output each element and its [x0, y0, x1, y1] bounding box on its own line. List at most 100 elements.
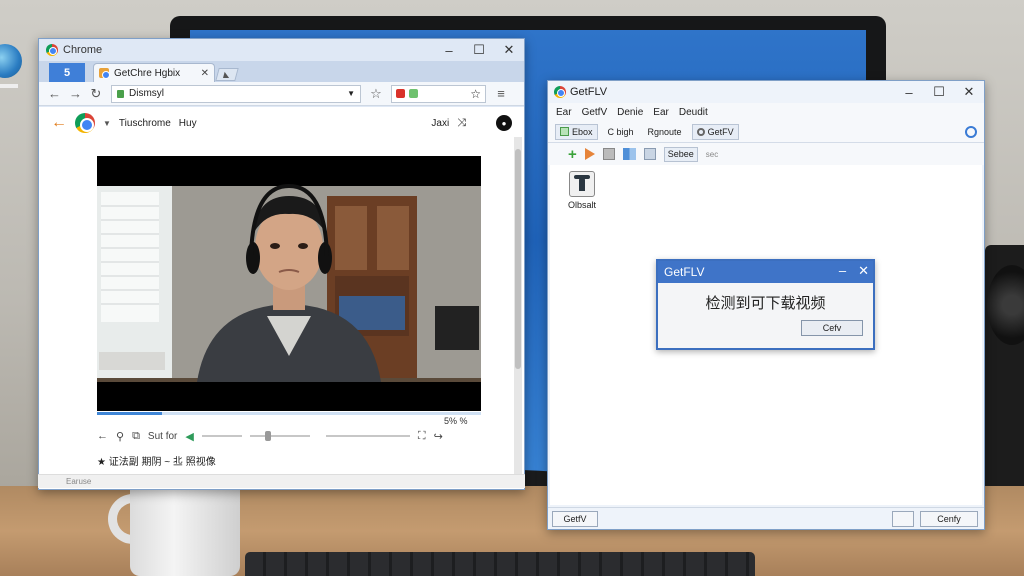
shuffle-icon[interactable]: ⤨ — [457, 117, 466, 130]
stop-icon[interactable] — [602, 148, 615, 160]
close-icon[interactable]: ✕ — [954, 81, 984, 103]
grid-icon[interactable] — [622, 148, 636, 160]
status-item-3: Earuse — [66, 477, 92, 486]
video-frame — [97, 156, 481, 411]
play-icon[interactable] — [584, 148, 595, 160]
back-arrow-icon[interactable]: ← — [48, 86, 61, 101]
getflv-logo-icon — [554, 86, 566, 98]
player-back-icon[interactable]: ← — [97, 430, 108, 442]
page-back-icon[interactable]: ← — [51, 114, 67, 132]
dialog-titlebar: GetFLV – ✕ — [658, 261, 873, 283]
active-tab[interactable]: GetChre Hgbix ✕ — [93, 63, 215, 82]
getflv-tabbar: Ebox C bigh Rgnoute GetFV — [548, 121, 984, 143]
tab-close-icon[interactable]: ✕ — [201, 68, 209, 79]
video-progress-fill — [97, 412, 163, 415]
status-ring-icon[interactable] — [965, 125, 977, 138]
file-item-label: Olbsalt — [567, 200, 596, 210]
tab-favicon-icon — [99, 68, 110, 79]
chrome-titlebar: Chrome – ☐ ✕ — [39, 39, 524, 61]
status-blank-button[interactable] — [892, 511, 914, 527]
forward-arrow-icon[interactable]: → — [69, 86, 82, 101]
menu-item-2[interactable]: GetfV — [582, 107, 608, 118]
menu-icon[interactable]: ≡ — [495, 86, 507, 101]
edit-icon[interactable] — [643, 148, 656, 160]
reload-icon[interactable]: ↻ — [90, 86, 102, 102]
extension-area: ☆ — [391, 84, 486, 103]
volume-slider[interactable] — [201, 435, 242, 437]
video-player[interactable] — [97, 156, 481, 411]
star-icon[interactable]: ☆ — [370, 86, 382, 102]
getflv-tab-2[interactable]: C bigh — [604, 124, 638, 140]
scrollbar-thumb[interactable] — [515, 149, 521, 369]
player-controls: ← ⚲ ⧉ Sut for ◀ ⛶ ↪ — [97, 428, 481, 444]
share-icon[interactable]: ↪ — [434, 430, 443, 443]
file-hammer-icon — [569, 171, 595, 197]
status-right-button[interactable]: Cenfy — [920, 511, 978, 527]
getflv-tab-3[interactable]: Rgnoute — [644, 124, 686, 140]
page-brand[interactable]: Tiuschrome — [119, 118, 171, 129]
chrome-logo-icon — [46, 44, 58, 56]
getflv-toolbar: + Sebee sec — [548, 143, 984, 165]
minimize-icon[interactable]: – — [434, 39, 464, 61]
chrome-window-title: Chrome — [63, 44, 103, 56]
video-caption: ★ 证法副 期阴 ~ 丠 照视像 — [97, 457, 216, 468]
record-extension-icon[interactable] — [396, 89, 405, 98]
secure-lock-icon — [117, 89, 124, 98]
toolbar-ext: sec — [705, 149, 719, 159]
seek-slider-knob[interactable] — [264, 431, 271, 441]
new-tab-button[interactable]: ◣ — [215, 68, 239, 81]
quality-slider[interactable] — [325, 435, 410, 437]
detect-dialog: GetFLV – ✕ 检测到可下载视频 Cefv — [656, 259, 875, 350]
maximize-icon[interactable]: ☐ — [464, 39, 494, 61]
bookmark-star-icon[interactable]: ☆ — [470, 87, 481, 101]
tab-title: GetChre Hgbix — [114, 67, 181, 79]
getflv-tab-1[interactable]: Ebox — [555, 123, 598, 140]
logo-dropdown-icon[interactable]: ▼ — [103, 119, 111, 128]
page-scrollbar[interactable] — [514, 137, 522, 479]
dialog-message: 检测到可下载视频 — [705, 294, 826, 312]
getflv-tab-4[interactable]: GetFV — [691, 123, 739, 140]
page-chrome-logo-icon — [75, 113, 95, 133]
chrome-status-bar: Earuse — [38, 474, 525, 488]
getflv-titlebar: GetFLV – ☐ ✕ — [548, 81, 984, 103]
menu-item-5[interactable]: Deudit — [679, 107, 708, 118]
page-right-link[interactable]: Jaxi — [431, 118, 449, 129]
page-brand-link[interactable]: Huy — [179, 118, 197, 129]
profile-avatar-icon[interactable]: ● — [496, 115, 512, 131]
add-icon[interactable]: + — [568, 146, 577, 163]
video-progress-bar[interactable] — [97, 412, 481, 415]
keyboard — [245, 552, 755, 576]
getflv-status-bar: GetfV Cenfy — [548, 507, 984, 529]
video-time: 5% % — [444, 416, 468, 426]
tab-box-icon — [560, 127, 569, 136]
minimize-icon[interactable]: – — [894, 81, 924, 103]
menu-item-3[interactable]: Denie — [617, 107, 643, 118]
menu-item-1[interactable]: Ear — [556, 107, 572, 118]
toolbar-select[interactable]: Sebee — [663, 146, 698, 162]
getflv-menubar: Ear GetfV Denie Ear Deudit — [548, 103, 984, 121]
volume-icon[interactable]: ◀ — [185, 430, 193, 443]
desktop-globe-icon[interactable] — [0, 44, 28, 88]
fullscreen-icon[interactable]: ⛶ — [418, 430, 426, 443]
tab-strip: 5 GetChre Hgbix ✕ ◣ — [39, 61, 524, 82]
getflv-extension-icon[interactable] — [409, 89, 418, 98]
player-copy-icon[interactable]: ⧉ — [132, 430, 140, 443]
status-left-button[interactable]: GetfV — [552, 511, 598, 527]
dropdown-arrow-icon[interactable]: ▼ — [347, 89, 355, 98]
tab-count-badge[interactable]: 5 — [49, 63, 85, 82]
address-value: Dismsyl — [129, 88, 164, 99]
seek-slider[interactable] — [249, 431, 310, 441]
dialog-minimize-icon[interactable]: – — [839, 263, 846, 279]
player-control-label[interactable]: Sut for — [148, 431, 177, 442]
getflv-window-title: GetFLV — [570, 86, 608, 98]
mug — [130, 480, 240, 576]
player-pin-icon[interactable]: ⚲ — [116, 430, 124, 443]
menu-item-4[interactable]: Ear — [653, 107, 669, 118]
dialog-close-icon[interactable]: ✕ — [858, 263, 869, 279]
dialog-caption-buttons: – ✕ — [839, 263, 869, 279]
close-icon[interactable]: ✕ — [494, 39, 524, 61]
maximize-icon[interactable]: ☐ — [924, 81, 954, 103]
dialog-ok-button[interactable]: Cefv — [801, 320, 863, 336]
file-item[interactable]: Olbsalt — [562, 171, 602, 210]
address-bar[interactable]: Dismsyl ▼ — [111, 84, 361, 103]
